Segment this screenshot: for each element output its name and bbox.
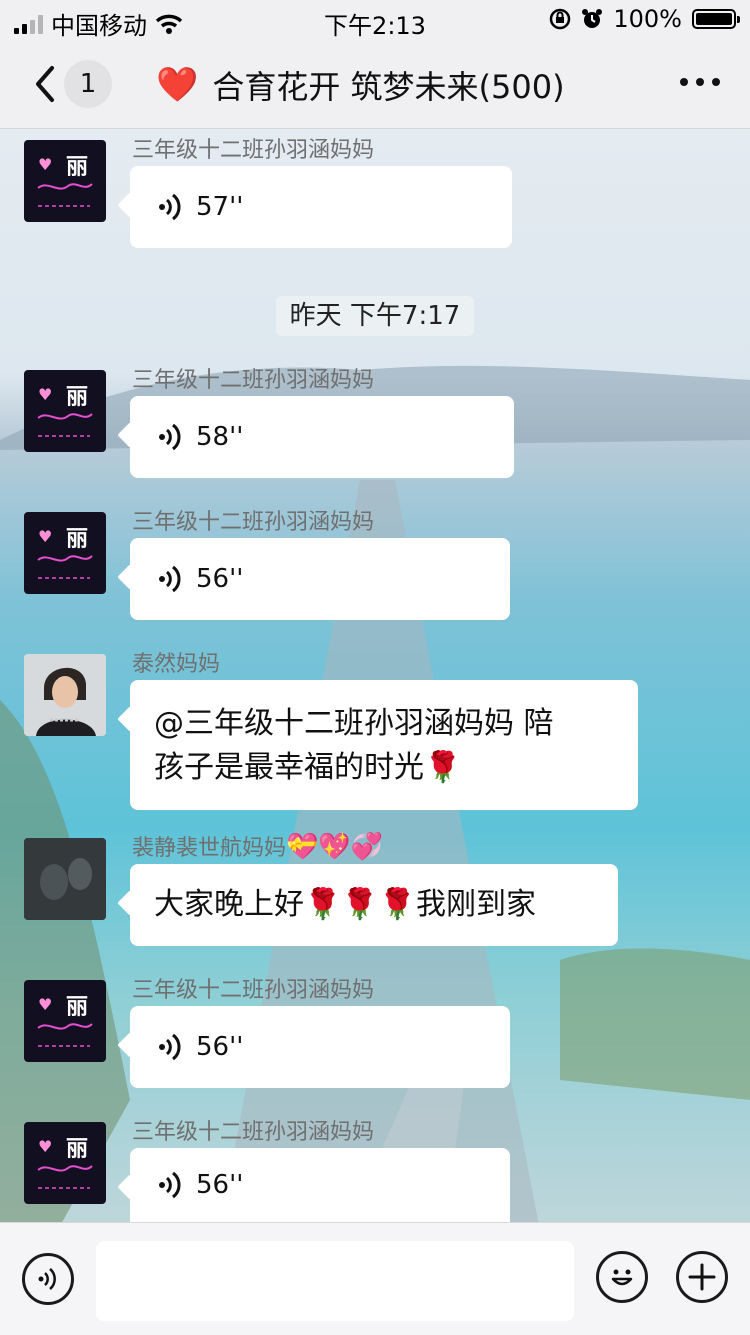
voice-wave-icon: [158, 564, 182, 594]
voice-duration: 58'': [196, 422, 244, 452]
emoji-icon[interactable]: [596, 1251, 648, 1303]
svg-text:丽: 丽: [66, 385, 88, 410]
avatar[interactable]: ♥ 丽: [24, 980, 106, 1062]
svg-text:丽: 丽: [66, 1137, 88, 1162]
message-line: 大家晚上好🌹🌹🌹我刚到家: [154, 887, 537, 922]
message-line: 孩子是最幸福的时光🌹: [154, 750, 462, 785]
avatar[interactable]: ♥ 丽: [24, 140, 106, 222]
svg-text:丽: 丽: [66, 527, 88, 552]
voice-message[interactable]: 56'': [130, 1006, 510, 1088]
status-bar: 中国移动 下午2:13 100%: [0, 0, 750, 40]
more-dots-icon[interactable]: [680, 78, 720, 86]
voice-duration: 56'': [196, 1170, 244, 1200]
svg-text:丽: 丽: [66, 995, 88, 1020]
text-message[interactable]: 大家晚上好🌹🌹🌹我刚到家: [130, 864, 618, 946]
brand-logo-icon: ♥ 丽: [37, 1137, 93, 1189]
sender-name: 泰然妈妈: [132, 652, 221, 677]
avatar[interactable]: ♥ 丽: [24, 370, 106, 452]
voice-message[interactable]: 56'': [130, 538, 510, 620]
battery-percent: 100%: [613, 5, 682, 33]
voice-duration: 57'': [196, 192, 244, 222]
voice-wave-icon: [158, 192, 182, 222]
chat-header: 1 ❤️ 合育花开 筑梦未来(500): [0, 40, 750, 129]
voice-wave-icon: [158, 1032, 182, 1062]
voice-duration: 56'': [196, 564, 244, 594]
avatar[interactable]: ♥ 丽: [24, 512, 106, 594]
svg-text:♥: ♥: [38, 995, 52, 1014]
person-photo-icon: [24, 654, 106, 736]
group-name: 合育花开 筑梦未来(500): [212, 68, 565, 106]
brand-logo-icon: ♥ 丽: [37, 155, 93, 207]
sender-name: 三年级十二班孙羽涵妈妈: [132, 138, 375, 163]
input-bar: [0, 1222, 750, 1335]
unread-count-badge[interactable]: 1: [64, 60, 112, 108]
text-message[interactable]: @三年级十二班孙羽涵妈妈 陪 孩子是最幸福的时光🌹: [130, 680, 638, 810]
voice-duration: 56'': [196, 1032, 244, 1062]
sender-name: 三年级十二班孙羽涵妈妈: [132, 368, 375, 393]
voice-wave-icon: [158, 422, 182, 452]
voice-message[interactable]: 56'': [130, 1148, 510, 1222]
sender-emojis: 💝💖💞: [286, 832, 384, 862]
plus-icon[interactable]: [676, 1251, 728, 1303]
rotation-lock-icon: [550, 8, 571, 30]
brand-logo-icon: ♥ 丽: [37, 527, 93, 579]
avatar[interactable]: [24, 838, 106, 920]
svg-text:♥: ♥: [38, 155, 52, 174]
svg-text:♥: ♥: [38, 527, 52, 546]
svg-text:♥: ♥: [38, 385, 52, 404]
svg-text:♥: ♥: [38, 1137, 52, 1156]
alarm-icon: [582, 9, 603, 28]
avatar[interactable]: ♥ 丽: [24, 1122, 106, 1204]
message-line: @三年级十二班孙羽涵妈妈 陪: [154, 706, 554, 741]
sender-name: 裴静裴世航妈妈: [132, 836, 287, 861]
brand-logo-icon: ♥ 丽: [37, 385, 93, 437]
chat-title[interactable]: ❤️ 合育花开 筑梦未来(500): [156, 60, 565, 110]
person-photo-icon: [24, 838, 106, 920]
timestamp-divider: 昨天 下午7:17: [276, 296, 474, 336]
brand-logo-icon: ♥ 丽: [37, 995, 93, 1047]
sender-name: 三年级十二班孙羽涵妈妈: [132, 1120, 375, 1145]
voice-message[interactable]: 58'': [130, 396, 514, 478]
battery-icon: [692, 9, 740, 29]
voice-wave-icon: [158, 1170, 182, 1200]
heart-icon: ❤️: [156, 65, 199, 105]
voice-icon[interactable]: [22, 1253, 74, 1305]
message-input[interactable]: [96, 1241, 574, 1321]
sender-name: 三年级十二班孙羽涵妈妈: [132, 510, 375, 535]
back-chevron-icon[interactable]: [26, 62, 66, 106]
status-right: 100%: [549, 5, 740, 33]
avatar[interactable]: [24, 654, 106, 736]
sender-name-group: 裴静裴世航妈妈💝💖💞: [132, 830, 383, 862]
svg-text:丽: 丽: [66, 155, 88, 180]
voice-message[interactable]: 57'': [130, 166, 512, 248]
sender-name: 三年级十二班孙羽涵妈妈: [132, 978, 375, 1003]
